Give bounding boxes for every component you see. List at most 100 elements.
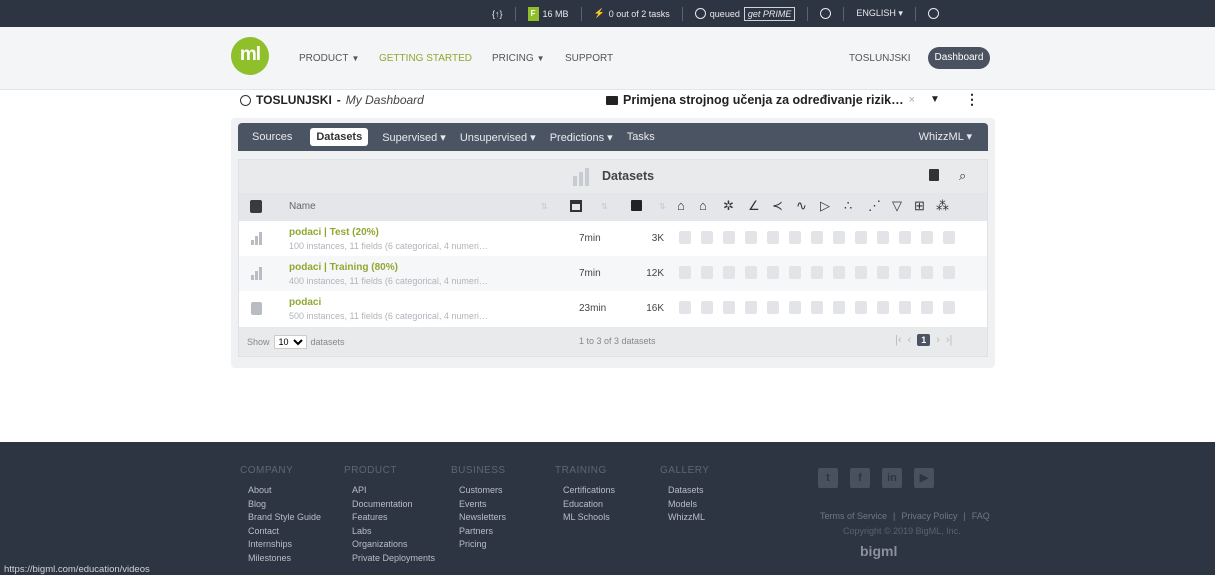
- prev-page-icon[interactable]: ‹: [908, 334, 912, 346]
- last-page-icon[interactable]: ›|: [946, 334, 953, 346]
- dashboard-button[interactable]: Dashboard: [928, 47, 990, 69]
- folder-icon: [606, 95, 618, 105]
- calendar-icon[interactable]: [570, 200, 582, 212]
- nav-product[interactable]: PRODUCT ▼: [299, 53, 359, 64]
- more-options-icon[interactable]: ⋮: [965, 92, 979, 106]
- dataset-size: 12K: [646, 268, 664, 279]
- dashboard-user: TOSLUNJSKI: [256, 93, 332, 107]
- footer-link[interactable]: Partners: [451, 525, 506, 539]
- tab-predictions[interactable]: Predictions ▾: [550, 131, 613, 144]
- project-dropdown-icon[interactable]: ▼: [930, 94, 940, 105]
- queued-indicator[interactable]: queued get PRIME: [694, 6, 796, 21]
- terms-link[interactable]: Terms of Service: [820, 511, 887, 521]
- footer-heading: GALLERY: [660, 465, 710, 476]
- nav-pricing[interactable]: PRICING ▼: [492, 53, 545, 64]
- footer-link[interactable]: Milestones: [240, 552, 321, 566]
- page-size-select[interactable]: 10: [273, 335, 307, 349]
- footer-link[interactable]: Labs: [344, 525, 435, 539]
- nav-getting-started[interactable]: GETTING STARTED: [379, 53, 472, 64]
- get-prime-button[interactable]: get PRIME: [743, 6, 796, 21]
- footer-link[interactable]: Contact: [240, 525, 321, 539]
- chat-button[interactable]: [820, 8, 832, 19]
- table-row[interactable]: podaci | Test (20%) 100 instances, 11 fi…: [239, 221, 987, 256]
- close-icon[interactable]: ×: [909, 94, 915, 106]
- sort-icon[interactable]: ⇅: [601, 202, 608, 211]
- nav-support[interactable]: SUPPORT: [565, 53, 613, 64]
- project-selector[interactable]: Primjena strojnog učenja za određivanje …: [606, 93, 915, 107]
- tab-datasets[interactable]: Datasets: [310, 128, 369, 146]
- caret-down-icon: ▼: [536, 54, 545, 63]
- row-actions: [679, 301, 955, 314]
- tab-supervised[interactable]: Supervised ▾: [382, 131, 446, 144]
- dataset-name[interactable]: podaci | Training (80%): [289, 262, 398, 273]
- tab-whizzml[interactable]: WhizzML ▾: [919, 130, 972, 143]
- footer-link[interactable]: Datasets: [660, 484, 709, 498]
- association-icon: ▽: [892, 198, 902, 213]
- footer-link[interactable]: API: [344, 484, 435, 498]
- tab-tasks[interactable]: Tasks: [627, 131, 655, 143]
- divider: |: [893, 511, 896, 521]
- row-actions: [679, 231, 955, 244]
- footer-link[interactable]: Internships: [240, 538, 321, 552]
- sort-icon[interactable]: ⇅: [541, 202, 548, 211]
- footer-link[interactable]: Pricing: [451, 538, 506, 552]
- footer-link[interactable]: WhizzML: [660, 511, 709, 525]
- faq-link[interactable]: FAQ: [972, 511, 990, 521]
- queue-icon: [694, 8, 706, 19]
- current-page[interactable]: 1: [917, 334, 931, 346]
- footer-link[interactable]: Blog: [240, 498, 321, 512]
- footer-link[interactable]: About: [240, 484, 321, 498]
- dataset-age: 23min: [579, 303, 607, 314]
- bigml-logo[interactable]: ml: [231, 37, 269, 75]
- column-name[interactable]: Name: [289, 201, 316, 212]
- youtube-icon[interactable]: ▶: [914, 468, 934, 488]
- privacy-link[interactable]: Privacy Policy: [901, 511, 957, 521]
- footer-business: BUSINESS Customers Events Newsletters Pa…: [451, 465, 506, 552]
- size-icon[interactable]: [631, 200, 642, 211]
- language-selector[interactable]: ENGLISH ▾: [856, 8, 903, 19]
- dataset-name[interactable]: podaci: [289, 297, 321, 308]
- footer-logo[interactable]: bigml: [860, 543, 897, 559]
- footer-link[interactable]: Models: [660, 498, 709, 512]
- pagination: |‹ ‹ 1 › ›|: [895, 334, 952, 346]
- footer-link[interactable]: Features: [344, 511, 435, 525]
- facebook-icon[interactable]: f: [850, 468, 870, 488]
- storage-label: 16 MB: [542, 8, 569, 19]
- twitter-icon[interactable]: t: [818, 468, 838, 488]
- footer-link[interactable]: Events: [451, 498, 506, 512]
- footer-link[interactable]: Education: [555, 498, 615, 512]
- nav-user[interactable]: TOSLUNJSKI: [849, 53, 911, 64]
- row-actions: [679, 266, 955, 279]
- table-row[interactable]: podaci | Training (80%) 400 instances, 1…: [239, 256, 987, 291]
- show-suffix: datasets: [310, 337, 345, 347]
- footer-link[interactable]: Documentation: [344, 498, 435, 512]
- footer-link[interactable]: Brand Style Guide: [240, 511, 321, 525]
- project-name: Primjena strojnog učenja za određivanje …: [623, 93, 904, 107]
- code-button[interactable]: {↑}: [492, 9, 503, 19]
- linkedin-icon[interactable]: in: [882, 468, 902, 488]
- tab-sources[interactable]: Sources: [252, 131, 292, 143]
- search-icon[interactable]: ⌕: [959, 168, 966, 184]
- sort-icon[interactable]: ⇅: [659, 202, 666, 211]
- logistic-icon: ∠: [748, 198, 760, 213]
- logout-button[interactable]: [927, 8, 939, 19]
- footer-heading: BUSINESS: [451, 465, 506, 476]
- footer-link[interactable]: Private Deployments: [344, 552, 435, 566]
- storage-indicator[interactable]: F 16 MB: [527, 6, 569, 21]
- table-footer: Show 10 datasets 1 to 3 of 3 datasets |‹…: [239, 327, 987, 356]
- divider: [807, 6, 809, 21]
- footer-link[interactable]: Certifications: [555, 484, 615, 498]
- trash-icon[interactable]: [929, 169, 939, 181]
- next-page-icon[interactable]: ›: [936, 334, 940, 346]
- divider: [580, 6, 582, 21]
- table-row[interactable]: podaci 500 instances, 11 fields (6 categ…: [239, 291, 987, 326]
- tasks-indicator[interactable]: ⚡ 0 out of 2 tasks: [594, 8, 670, 19]
- dataset-name[interactable]: podaci | Test (20%): [289, 227, 379, 238]
- tab-unsupervised[interactable]: Unsupervised ▾: [460, 131, 536, 144]
- footer-link[interactable]: ML Schools: [555, 511, 615, 525]
- title-separator: -: [336, 93, 341, 107]
- footer-link[interactable]: Customers: [451, 484, 506, 498]
- first-page-icon[interactable]: |‹: [895, 334, 902, 346]
- footer-link[interactable]: Newsletters: [451, 511, 506, 525]
- footer-link[interactable]: Organizations: [344, 538, 435, 552]
